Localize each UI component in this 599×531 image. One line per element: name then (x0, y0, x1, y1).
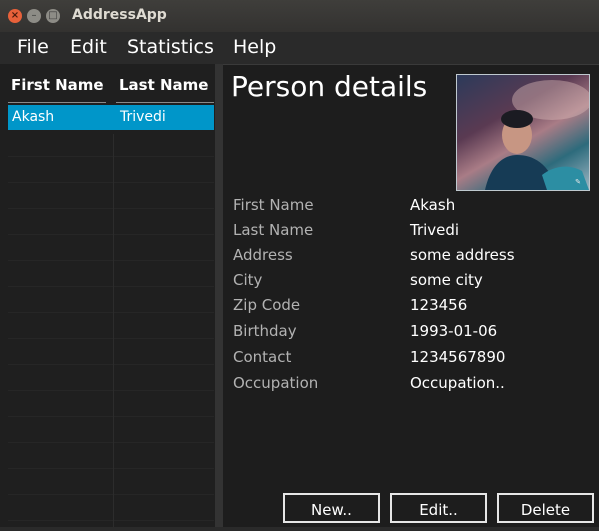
cell-last-name: Trivedi (120, 109, 166, 125)
value-first-name: Akash (410, 196, 456, 214)
empty-row[interactable] (8, 313, 214, 339)
header-underline (8, 102, 106, 103)
empty-row[interactable] (8, 391, 214, 417)
menu-file[interactable]: File (17, 36, 49, 58)
label-occupation: Occupation (233, 374, 319, 392)
empty-row[interactable] (8, 287, 214, 313)
value-city: some city (410, 271, 483, 289)
new-button[interactable]: New.. (283, 493, 380, 523)
label-address: Address (233, 246, 293, 264)
label-last-name: Last Name (233, 221, 314, 239)
minimize-icon[interactable]: – (27, 9, 41, 23)
empty-row[interactable] (8, 365, 214, 391)
person-photo: ✎ (456, 74, 590, 191)
empty-row[interactable] (8, 339, 214, 365)
empty-row[interactable] (8, 183, 214, 209)
menu-help[interactable]: Help (233, 36, 276, 58)
empty-row[interactable] (8, 469, 214, 495)
cell-first-name: Akash (12, 109, 55, 125)
maximize-icon[interactable]: □ (46, 9, 60, 23)
person-table[interactable]: First Name Last Name Akash Trivedi (0, 64, 215, 531)
empty-row[interactable] (8, 443, 214, 469)
empty-row[interactable] (8, 157, 214, 183)
person-photo-image (485, 80, 589, 190)
delete-button[interactable]: Delete (497, 493, 594, 523)
column-header-first-name[interactable]: First Name (11, 76, 104, 94)
table-row[interactable]: Akash Trivedi (8, 105, 214, 130)
value-contact: 1234567890 (410, 348, 506, 366)
value-last-name: Trivedi (410, 221, 460, 239)
empty-row[interactable] (8, 417, 214, 443)
empty-row[interactable] (8, 495, 214, 521)
value-address: some address (410, 246, 515, 264)
column-separator (113, 134, 114, 531)
title-bar: × – □ AddressApp (0, 0, 599, 32)
menu-bar: File Edit Statistics Help (0, 32, 599, 65)
menu-edit[interactable]: Edit (70, 36, 107, 58)
label-birthday: Birthday (233, 322, 297, 340)
label-city: City (233, 271, 263, 289)
label-contact: Contact (233, 348, 292, 366)
value-birthday: 1993-01-06 (410, 322, 498, 340)
column-header-last-name[interactable]: Last Name (119, 76, 208, 94)
page-title: Person details (231, 70, 428, 103)
label-zip-code: Zip Code (233, 296, 301, 314)
empty-row[interactable] (8, 131, 214, 157)
value-occupation: Occupation.. (410, 374, 505, 392)
window-title: AddressApp (72, 7, 167, 23)
header-underline (116, 102, 214, 103)
split-pane-divider[interactable] (215, 64, 223, 531)
empty-row[interactable] (8, 209, 214, 235)
photo-signature: ✎ (575, 178, 581, 186)
edit-button[interactable]: Edit.. (390, 493, 487, 523)
window-bottom-edge (0, 527, 599, 531)
value-zip-code: 123456 (410, 296, 468, 314)
empty-row[interactable] (8, 261, 214, 287)
empty-row[interactable] (8, 235, 214, 261)
close-icon[interactable]: × (8, 9, 22, 23)
label-first-name: First Name (233, 196, 314, 214)
menu-statistics[interactable]: Statistics (127, 36, 214, 58)
